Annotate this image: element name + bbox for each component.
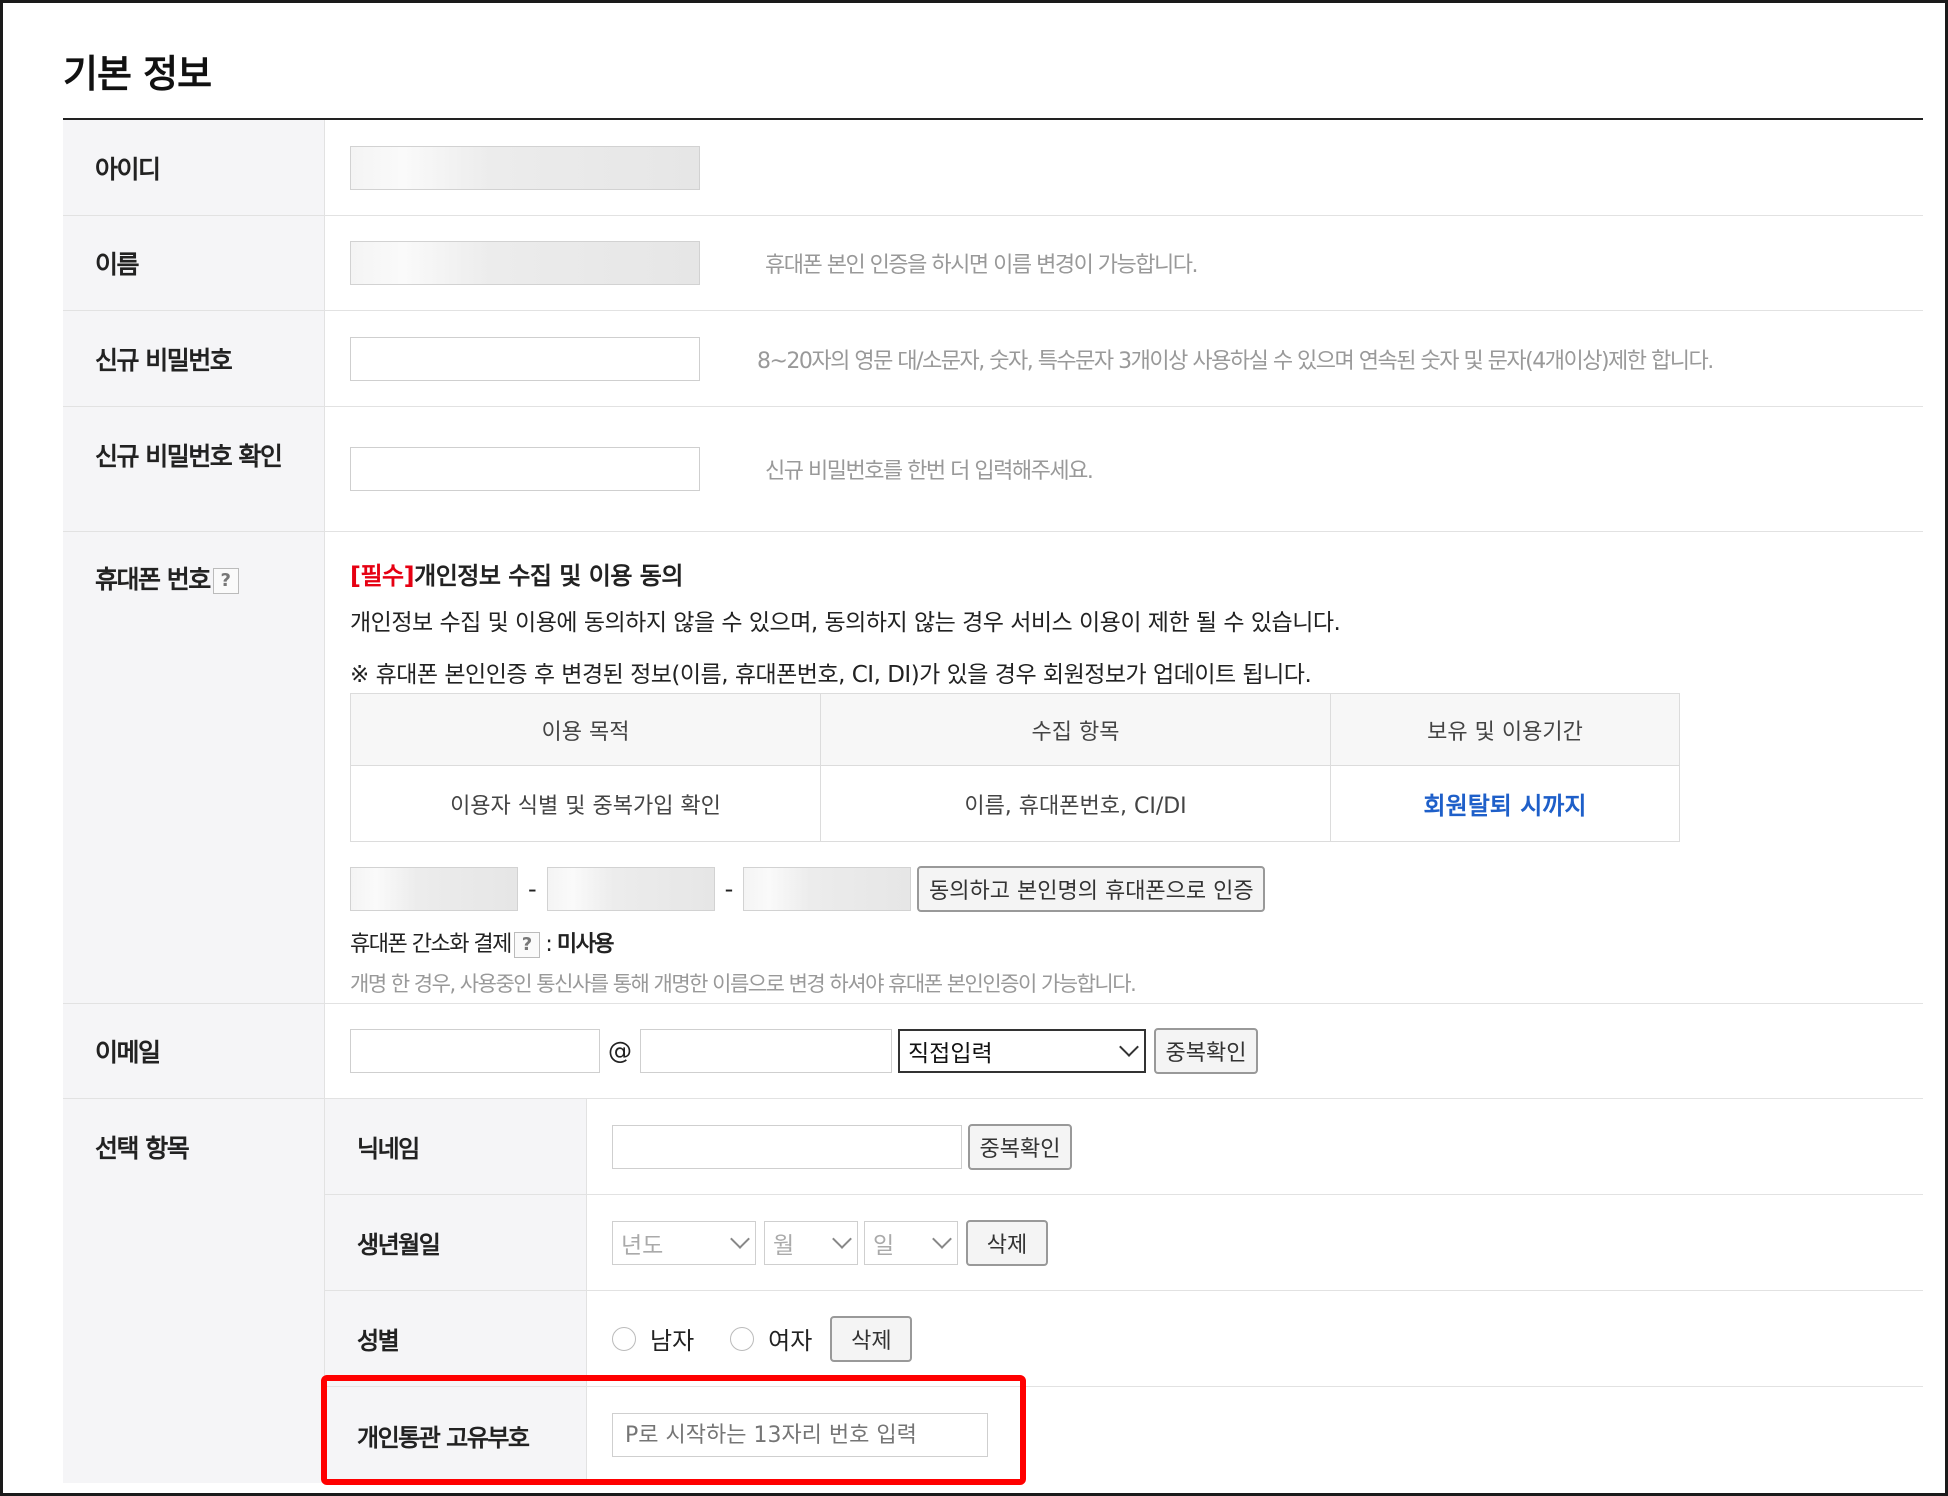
birth-month-select[interactable]: 월 — [764, 1220, 858, 1265]
gender-male-label: 남자 — [650, 1327, 695, 1355]
email-domain-select-value: 직접입력 — [908, 1041, 993, 1067]
consent-cell-period: 회원탈퇴 시까지 — [1330, 765, 1680, 842]
chevron-down-icon — [730, 1228, 750, 1249]
email-label: 이메일 — [63, 1004, 325, 1098]
phone-dash-1: - — [528, 875, 537, 903]
consent-cell-items: 이름, 휴대폰번호, CI/DI — [820, 765, 1331, 842]
birth-year-value: 년도 — [621, 1232, 664, 1259]
row-new-password: 신규 비밀번호 8~20자의 영문 대/소문자, 숫자, 특수문자 3개이상 사… — [63, 311, 1923, 407]
chevron-down-icon — [832, 1228, 852, 1249]
nickname-input[interactable] — [612, 1124, 962, 1169]
new-password-confirm-input[interactable] — [350, 447, 700, 491]
consent-title: 개인정보 수집 및 이용 동의 — [414, 562, 683, 590]
birthday-delete-button[interactable]: 삭제 — [966, 1219, 1048, 1266]
consent-table: 이용 목적 수집 항목 보유 및 이용기간 이용자 식별 및 중복가입 확인 이… — [350, 693, 1680, 842]
easy-pay-label: 휴대폰 간소화 결제 — [350, 932, 512, 957]
chevron-down-icon — [932, 1228, 952, 1249]
new-password-confirm-hint: 신규 비밀번호를 한번 더 입력해주세요. — [765, 459, 1094, 484]
sub-nickname: 닉네임 중복확인 — [325, 1099, 1923, 1195]
easy-pay-value: 미사용 — [556, 932, 615, 957]
phone-dash-2: - — [724, 875, 734, 903]
new-password-label: 신규 비밀번호 — [63, 311, 325, 406]
email-check-button[interactable]: 중복확인 — [1154, 1028, 1258, 1074]
birth-day-value: 일 — [873, 1232, 895, 1259]
gender-female-radio[interactable] — [730, 1326, 755, 1351]
new-password-confirm-label: 신규 비밀번호 확인 — [63, 407, 325, 531]
consent-header-period: 보유 및 이용기간 — [1330, 693, 1680, 766]
page-title: 기본 정보 — [63, 52, 212, 96]
gender-label: 성별 — [325, 1291, 587, 1386]
phone-part2-input[interactable] — [546, 867, 715, 911]
sub-birthday: 생년월일 년도 월 일 삭제 — [325, 1195, 1923, 1291]
phone-part1-input[interactable] — [350, 867, 518, 911]
email-domain-select[interactable]: 직접입력 — [898, 1029, 1146, 1073]
basic-info-form: 아이디 이름 휴대폰 본인 인증을 하시면 이름 변경이 가능합니다. 신규 비… — [63, 118, 1923, 1483]
phone-label: 휴대폰 번호 — [95, 565, 211, 594]
optional-label: 선택 항목 — [63, 1099, 325, 1483]
consent-cell-purpose: 이용자 식별 및 중복가입 확인 — [350, 765, 821, 842]
easy-pay-help-icon[interactable]: ? — [513, 932, 540, 958]
easy-pay-sep: : — [539, 932, 557, 957]
highlight-box — [321, 1375, 1026, 1485]
name-label: 이름 — [63, 216, 325, 310]
consent-header-items: 수집 항목 — [820, 693, 1331, 766]
page-frame: 기본 정보 아이디 이름 휴대폰 본인 인증을 하시면 이름 변경이 가능합니다… — [0, 0, 1948, 1496]
row-phone: 휴대폰 번호? [필수]개인정보 수집 및 이용 동의 개인정보 수집 및 이용… — [63, 532, 1923, 1004]
row-id: 아이디 — [63, 120, 1923, 216]
consent-note: ※ 휴대폰 본인인증 후 변경된 정보(이름, 휴대폰번호, CI, DI)가 … — [350, 662, 1312, 688]
sub-gender: 성별 남자 여자 삭제 — [325, 1291, 1923, 1387]
row-new-password-confirm: 신규 비밀번호 확인 신규 비밀번호를 한번 더 입력해주세요. — [63, 407, 1923, 532]
birth-month-value: 월 — [773, 1232, 795, 1259]
nickname-check-button[interactable]: 중복확인 — [968, 1123, 1072, 1170]
phone-label-cell: 휴대폰 번호? — [63, 532, 325, 1003]
required-tag: [필수] — [350, 562, 415, 590]
rename-hint: 개명 한 경우, 사용중인 통신사를 통해 개명한 이름으로 변경 하셔야 휴대… — [350, 972, 1137, 996]
consent-header-purpose: 이용 목적 — [350, 693, 821, 766]
gender-male-radio[interactable] — [612, 1326, 636, 1351]
birth-day-select[interactable]: 일 — [864, 1220, 958, 1265]
email-id-input[interactable] — [350, 1029, 600, 1073]
gender-delete-button[interactable]: 삭제 — [830, 1315, 913, 1362]
help-icon[interactable]: ? — [212, 568, 239, 594]
name-field — [350, 241, 700, 285]
new-password-input[interactable] — [350, 336, 700, 381]
name-hint: 휴대폰 본인 인증을 하시면 이름 변경이 가능합니다. — [765, 253, 1199, 278]
email-domain-input[interactable] — [640, 1029, 892, 1073]
phone-verify-button[interactable]: 동의하고 본인명의 휴대폰으로 인증 — [917, 866, 1266, 912]
email-at: @ — [608, 1037, 632, 1065]
phone-part3-input[interactable] — [743, 867, 912, 911]
consent-desc: 개인정보 수집 및 이용에 동의하지 않을 수 있으며, 동의하지 않는 경우 … — [350, 610, 1341, 636]
id-label: 아이디 — [63, 120, 325, 215]
birth-year-select[interactable]: 년도 — [612, 1220, 756, 1265]
row-email: 이메일 @ 직접입력 중복확인 — [63, 1004, 1923, 1099]
nickname-label: 닉네임 — [325, 1099, 587, 1194]
new-password-hint: 8~20자의 영문 대/소문자, 숫자, 특수문자 3개이상 사용하실 수 있으… — [757, 348, 1714, 374]
gender-female-label: 여자 — [768, 1327, 813, 1355]
row-name: 이름 휴대폰 본인 인증을 하시면 이름 변경이 가능합니다. — [63, 216, 1923, 311]
chevron-down-icon — [1119, 1037, 1139, 1057]
id-field — [350, 145, 700, 190]
birthday-label: 생년월일 — [325, 1195, 587, 1290]
